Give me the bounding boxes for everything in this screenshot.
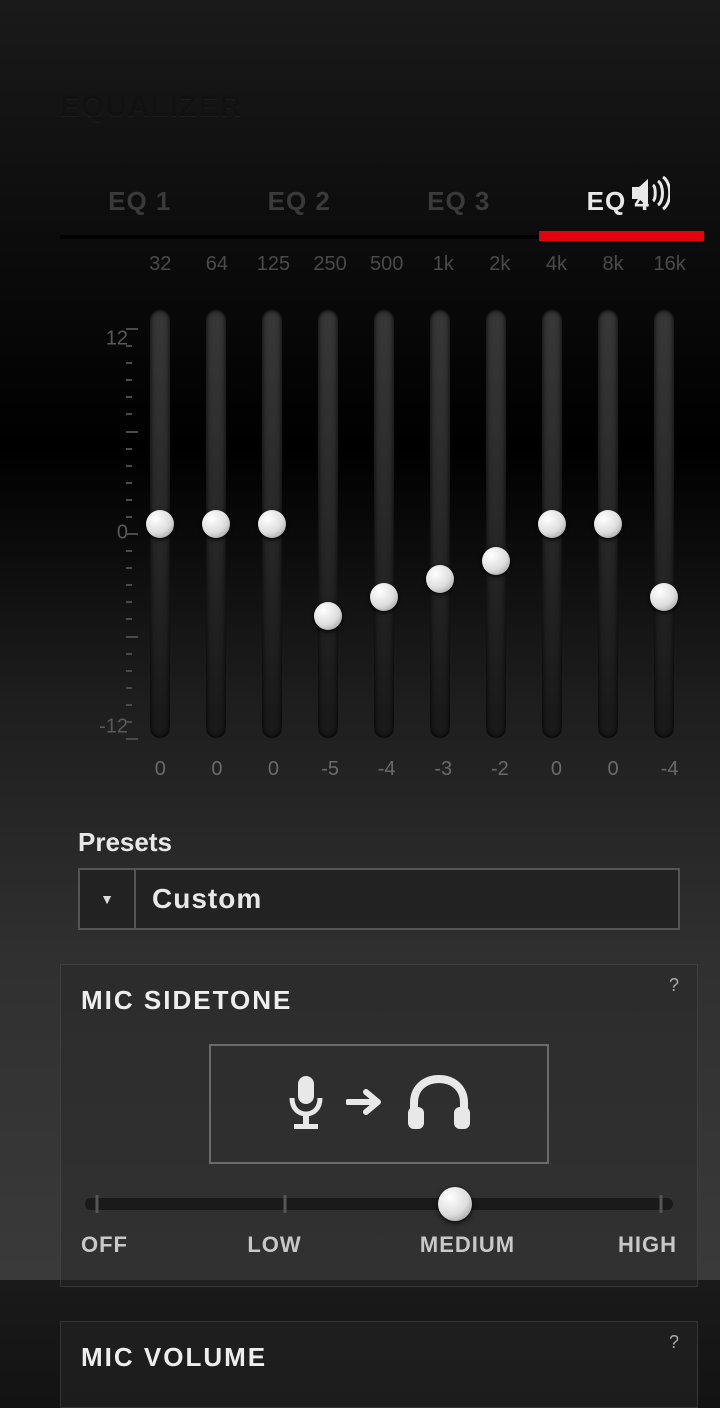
eq-band-thumb[interactable] bbox=[594, 510, 622, 538]
eq-band-value: 0 bbox=[132, 758, 189, 781]
mic-sidetone-title: MIC SIDETONE bbox=[81, 985, 677, 1016]
eq-band-value: -2 bbox=[472, 758, 529, 781]
arrow-right-icon bbox=[346, 1088, 386, 1121]
mic-volume-title: MIC VOLUME bbox=[81, 1342, 677, 1373]
axis-min: -12 bbox=[99, 716, 128, 739]
eq-band-thumb[interactable] bbox=[146, 510, 174, 538]
freq-label: 500 bbox=[358, 253, 415, 276]
eq-band-thumb[interactable] bbox=[314, 602, 342, 630]
freq-label: 1k bbox=[415, 253, 472, 276]
preset-dropdown[interactable]: ▼ Custom bbox=[78, 868, 680, 930]
presets-label: Presets bbox=[78, 827, 680, 858]
freq-label: 250 bbox=[302, 253, 359, 276]
eq-band-slider[interactable] bbox=[412, 304, 468, 744]
eq-band-thumb[interactable] bbox=[650, 583, 678, 611]
eq-band-slider[interactable] bbox=[132, 304, 188, 744]
mic-icon bbox=[284, 1074, 328, 1135]
tab-eq2[interactable]: EQ 2 bbox=[220, 172, 380, 235]
freq-label: 32 bbox=[132, 253, 189, 276]
tab-eq3[interactable]: EQ 3 bbox=[379, 172, 539, 235]
sidetone-level: MEDIUM bbox=[393, 1232, 542, 1258]
eq-band-value: 0 bbox=[528, 758, 585, 781]
chevron-down-icon[interactable]: ▼ bbox=[80, 870, 136, 928]
help-icon[interactable]: ? bbox=[663, 975, 685, 997]
eq-band-value: -4 bbox=[358, 758, 415, 781]
freq-label: 16k bbox=[641, 253, 698, 276]
freq-label: 64 bbox=[189, 253, 246, 276]
eq-band-slider[interactable] bbox=[580, 304, 636, 744]
freq-label: 8k bbox=[585, 253, 642, 276]
eq-band-value: -5 bbox=[302, 758, 359, 781]
freq-label: 125 bbox=[245, 253, 302, 276]
eq-value-labels: 000-5-4-3-200-4 bbox=[60, 758, 698, 781]
eq-band-value: -3 bbox=[415, 758, 472, 781]
sidetone-slider[interactable] bbox=[85, 1184, 673, 1224]
sidetone-level-labels: OFF LOW MEDIUM HIGH bbox=[81, 1232, 677, 1258]
tab-eq4[interactable]: EQ 4 bbox=[539, 172, 699, 235]
sidetone-graphic bbox=[209, 1044, 549, 1164]
freq-label: 4k bbox=[528, 253, 585, 276]
preset-selected: Custom bbox=[136, 870, 678, 928]
eq-band-slider[interactable] bbox=[244, 304, 300, 744]
eq-band-slider[interactable] bbox=[188, 304, 244, 744]
eq-axis: 12 0 -12 bbox=[68, 322, 128, 744]
headphones-icon bbox=[404, 1073, 474, 1136]
eq-band-thumb[interactable] bbox=[538, 510, 566, 538]
eq-band-slider[interactable] bbox=[356, 304, 412, 744]
eq-band-thumb[interactable] bbox=[426, 565, 454, 593]
mic-sidetone-card: ? MIC SIDETONE OFF LOW MEDIUM HIGH bbox=[60, 964, 698, 1287]
eq-band-thumb[interactable] bbox=[202, 510, 230, 538]
eq-band-thumb[interactable] bbox=[370, 583, 398, 611]
eq-band-slider[interactable] bbox=[468, 304, 524, 744]
equalizer-panel: EQUALIZER EQ 1 EQ 2 EQ 3 EQ 4 32 64 125 … bbox=[60, 90, 698, 1408]
help-icon[interactable]: ? bbox=[663, 1332, 685, 1354]
eq-band-slider[interactable] bbox=[300, 304, 356, 744]
eq-band-slider[interactable] bbox=[636, 304, 692, 744]
page-title: EQUALIZER bbox=[60, 90, 698, 124]
mic-volume-card: ? MIC VOLUME bbox=[60, 1321, 698, 1408]
sidetone-thumb[interactable] bbox=[438, 1187, 472, 1221]
eq-band-value: -4 bbox=[641, 758, 698, 781]
eq-band-slider[interactable] bbox=[524, 304, 580, 744]
presets-section: Presets ▼ Custom bbox=[60, 827, 698, 930]
sidetone-level: LOW bbox=[200, 1232, 349, 1258]
freq-label: 2k bbox=[472, 253, 529, 276]
eq-band-thumb[interactable] bbox=[482, 547, 510, 575]
eq-frequency-labels: 32 64 125 250 500 1k 2k 4k 8k 16k bbox=[60, 253, 698, 276]
sidetone-level: HIGH bbox=[528, 1232, 677, 1258]
eq-tabs: EQ 1 EQ 2 EQ 3 EQ 4 bbox=[60, 172, 698, 239]
eq-band-value: 0 bbox=[585, 758, 642, 781]
eq-band-thumb[interactable] bbox=[258, 510, 286, 538]
tab-eq1[interactable]: EQ 1 bbox=[60, 172, 220, 235]
axis-max: 12 bbox=[106, 327, 128, 350]
eq-slider-area: 12 0 -12 bbox=[60, 304, 698, 744]
eq-band-value: 0 bbox=[189, 758, 246, 781]
eq-band-value: 0 bbox=[245, 758, 302, 781]
